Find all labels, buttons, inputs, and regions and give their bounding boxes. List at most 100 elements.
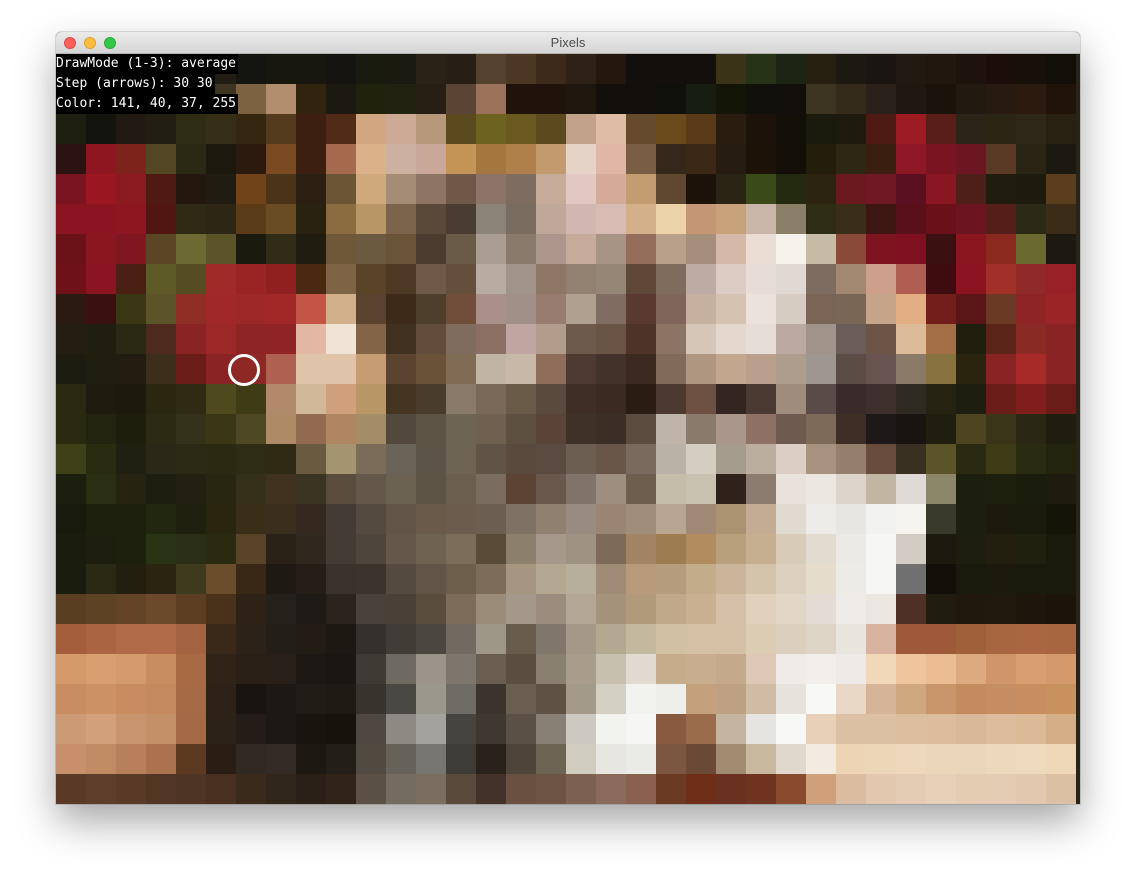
mosaic-cell xyxy=(716,54,746,84)
mosaic-cell xyxy=(536,264,566,294)
mosaic-cell xyxy=(596,294,626,324)
mosaic-cell xyxy=(116,684,146,714)
mosaic-cell xyxy=(806,384,836,414)
mosaic-cell xyxy=(776,504,806,534)
mosaic-cell xyxy=(506,114,536,144)
mosaic-cell xyxy=(656,324,686,354)
mosaic-cell xyxy=(56,294,86,324)
mosaic-cell xyxy=(56,324,86,354)
mosaic-cell xyxy=(326,384,356,414)
mosaic-cell xyxy=(266,384,296,414)
mosaic-cell xyxy=(656,144,686,174)
mosaic-cell xyxy=(656,744,686,774)
mosaic-cell xyxy=(506,354,536,384)
mosaic-cell xyxy=(746,144,776,174)
mosaic-cell xyxy=(686,414,716,444)
mosaic-cell xyxy=(596,84,626,114)
pixel-canvas[interactable]: DrawMode (1-3): average Step (arrows): 3… xyxy=(56,54,1080,804)
mosaic-cell xyxy=(296,384,326,414)
mosaic-cell xyxy=(836,744,866,774)
mosaic-cell xyxy=(806,774,836,804)
mosaic-cell xyxy=(116,774,146,804)
mosaic-cell xyxy=(566,414,596,444)
mosaic-cell xyxy=(536,384,566,414)
mosaic-cell xyxy=(716,444,746,474)
mosaic-cell xyxy=(986,354,1016,384)
mosaic-cell xyxy=(176,174,206,204)
mosaic-cell xyxy=(326,234,356,264)
mosaic-cell xyxy=(116,474,146,504)
mosaic-cell xyxy=(596,414,626,444)
mosaic-cell xyxy=(806,564,836,594)
mosaic-cell xyxy=(1016,144,1046,174)
mosaic-cell xyxy=(836,324,866,354)
mosaic-cell xyxy=(566,684,596,714)
mosaic-cell xyxy=(356,294,386,324)
mosaic-cell xyxy=(506,444,536,474)
mosaic-cell xyxy=(866,714,896,744)
mosaic-cell xyxy=(716,474,746,504)
mosaic-cell xyxy=(1016,684,1046,714)
mosaic-cell xyxy=(1016,594,1046,624)
mosaic-cell xyxy=(656,384,686,414)
mosaic-cell xyxy=(956,534,986,564)
mosaic-cell xyxy=(356,84,386,114)
mosaic-cell xyxy=(566,144,596,174)
mosaic-cell xyxy=(686,174,716,204)
mosaic-cell xyxy=(1046,174,1076,204)
mosaic-cell xyxy=(446,684,476,714)
mosaic-cell xyxy=(1016,534,1046,564)
mosaic-cell xyxy=(506,204,536,234)
mosaic-cell xyxy=(806,594,836,624)
mosaic-cell xyxy=(176,534,206,564)
mosaic-cell xyxy=(86,324,116,354)
mosaic-cell xyxy=(536,444,566,474)
mosaic-cell xyxy=(116,594,146,624)
mosaic-cell xyxy=(146,564,176,594)
mosaic-cell xyxy=(86,654,116,684)
mosaic-cell xyxy=(1016,654,1046,684)
mosaic-cell xyxy=(986,474,1016,504)
mosaic-cell xyxy=(296,84,326,114)
mosaic-cell xyxy=(956,564,986,594)
mosaic-cell xyxy=(446,564,476,594)
mosaic-cell xyxy=(746,534,776,564)
mosaic-cell xyxy=(956,444,986,474)
mosaic-cell xyxy=(146,774,176,804)
mosaic-cell xyxy=(716,174,746,204)
mosaic-cell xyxy=(986,594,1016,624)
mosaic-cell xyxy=(266,354,296,384)
mosaic-cell xyxy=(806,474,836,504)
mosaic-cell xyxy=(476,564,506,594)
mosaic-cell xyxy=(716,384,746,414)
mosaic-cell xyxy=(416,354,446,384)
mosaic-cell xyxy=(836,354,866,384)
mosaic-cell xyxy=(986,624,1016,654)
mosaic-cell xyxy=(806,144,836,174)
mosaic-cell xyxy=(176,444,206,474)
mosaic-cell xyxy=(746,384,776,414)
mosaic-cell xyxy=(146,624,176,654)
mosaic-cell xyxy=(896,324,926,354)
mosaic-cell xyxy=(806,684,836,714)
mosaic-cell xyxy=(266,204,296,234)
mosaic-cell xyxy=(626,444,656,474)
mosaic-cell xyxy=(206,174,236,204)
mosaic-cell xyxy=(386,114,416,144)
mosaic-cell xyxy=(416,654,446,684)
mosaic-cell xyxy=(386,474,416,504)
mosaic-cell xyxy=(446,444,476,474)
title-bar: Pixels xyxy=(56,32,1080,54)
mosaic-cell xyxy=(656,294,686,324)
mosaic-cell xyxy=(326,204,356,234)
mosaic-cell xyxy=(266,144,296,174)
mosaic-cell xyxy=(776,474,806,504)
mosaic-cell xyxy=(86,564,116,594)
mosaic-cell xyxy=(146,714,176,744)
mosaic-cell xyxy=(596,564,626,594)
mosaic-cell xyxy=(836,114,866,144)
mosaic-cell xyxy=(896,264,926,294)
mosaic-cell xyxy=(236,654,266,684)
mosaic-cell xyxy=(866,654,896,684)
mosaic-cell xyxy=(716,714,746,744)
